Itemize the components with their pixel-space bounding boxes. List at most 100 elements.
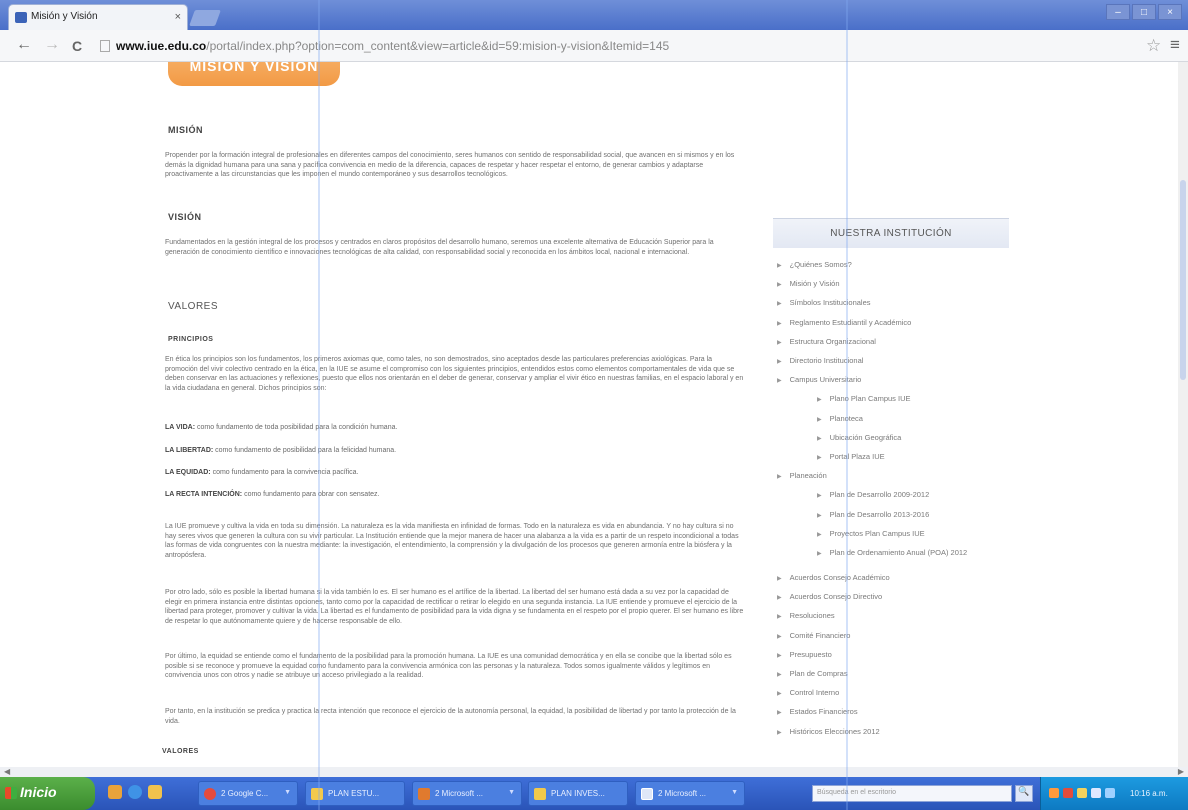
bullet-icon: ▶: [777, 263, 782, 269]
sidebar-item[interactable]: ▶ Reglamento Estudiantil y Académico: [777, 318, 911, 327]
sidebar-item-label: Proyectos Plan Campus IUE: [829, 528, 925, 538]
start-button[interactable]: Inicio: [0, 777, 95, 810]
window-controls: – □ ×: [1106, 4, 1182, 20]
sidebar-item-label: ¿Quiénes Somos?: [789, 260, 852, 269]
taskbar-button-plan-estudios[interactable]: PLAN ESTU...: [305, 781, 405, 806]
sidebar-item[interactable]: ▶ Planeación: [777, 471, 827, 480]
taskbar-button-microsoft-2[interactable]: 2 Microsoft ... ▼: [635, 781, 745, 806]
bullet-icon: ▶: [777, 301, 782, 308]
sidebar-item-label: Presupuesto: [789, 649, 832, 659]
tray-network-icon[interactable]: [1077, 788, 1087, 798]
desktop-search-input[interactable]: Búsqueda en el escritorio: [812, 785, 1012, 802]
sidebar-item[interactable]: ▶ Ubicación Geográfica: [777, 433, 901, 442]
principle-desc: como fundamento de posibilidad para la f…: [213, 447, 397, 454]
sidebar-item[interactable]: ▶ Directorio Institucional: [777, 356, 863, 365]
close-window-button[interactable]: ×: [1158, 4, 1182, 20]
sidebar-item[interactable]: ▶ Estructura Organizacional: [777, 337, 876, 346]
vertical-scrollbar[interactable]: [1178, 62, 1188, 767]
address-bar[interactable]: www.iue.edu.co/portal/index.php?option=c…: [100, 35, 1130, 57]
paragraph-vida: La IUE promueve y cultiva la vida en tod…: [165, 523, 739, 559]
sidebar-item[interactable]: ▶ Presupuesto: [777, 650, 832, 659]
sidebar-item-label: Campus Universitario: [789, 375, 862, 385]
page-content: MISIÓN Y VISIÓN MISIÓN Propender por la …: [0, 62, 1188, 767]
window-icon: [641, 788, 653, 800]
vertical-scroll-thumb[interactable]: [1180, 180, 1186, 380]
sidebar-item[interactable]: ▶ Históricos Elecciones 2012: [777, 727, 880, 736]
chrome-icon: [204, 788, 216, 800]
back-icon[interactable]: ←: [16, 36, 32, 54]
principle-libertad: LA LIBERTAD: como fundamento de posibili…: [165, 446, 396, 456]
horizontal-scrollbar[interactable]: ◀ ▶: [0, 767, 1188, 777]
search-icon[interactable]: 🔍: [1015, 785, 1033, 802]
sidebar-item[interactable]: ▶ Símbolos Institucionales: [777, 298, 871, 307]
tray-volume-icon[interactable]: [1091, 788, 1101, 798]
bullet-icon: ▶: [817, 493, 822, 500]
vision-heading: VISIÓN: [168, 212, 202, 222]
principios-heading: PRINCIPIOS: [168, 336, 214, 343]
sidebar-item-label: Planeación: [789, 471, 827, 481]
quick-launch-browser-icon[interactable]: [128, 785, 142, 799]
new-tab-button[interactable]: [189, 10, 221, 26]
paragraph-libertad: Por otro lado, sólo es posible la libert…: [165, 589, 744, 625]
tab-close-icon[interactable]: ×: [175, 11, 181, 23]
sidebar-item[interactable]: ▶ Campus Universitario: [777, 375, 861, 384]
taskbar-button-label: PLAN ESTU...: [328, 789, 380, 798]
quick-launch-folder-icon[interactable]: [108, 785, 122, 799]
office-icon: [418, 788, 430, 800]
sidebar-item[interactable]: ▶ Resoluciones: [777, 611, 835, 620]
tray-antivirus-icon[interactable]: [1063, 788, 1073, 798]
sidebar-item[interactable]: ▶ Misión y Visión: [777, 279, 840, 288]
windows-taskbar: Inicio 2 Google C... ▼ PLAN ESTU... 2 Mic…: [0, 777, 1188, 810]
sidebar-item[interactable]: ▶ Proyectos Plan Campus IUE: [777, 529, 925, 538]
tray-alert-icon[interactable]: [1049, 788, 1059, 798]
sidebar-item[interactable]: ▶ Plan de Desarrollo 2009-2012: [777, 490, 929, 499]
sidebar-item[interactable]: ▶ Plan de Ordenamiento Anual (POA) 2012: [777, 548, 970, 557]
taskbar-button-google-chrome[interactable]: 2 Google C... ▼: [198, 781, 298, 806]
sidebar-item[interactable]: ▶ Plan de Desarrollo 2013-2016: [777, 510, 929, 519]
bullet-icon: ▶: [817, 435, 822, 442]
scan-artifact-line: [318, 0, 320, 810]
sidebar-item[interactable]: ▶ Acuerdos Consejo Académico: [777, 573, 890, 582]
scroll-left-icon[interactable]: ◀: [4, 767, 10, 776]
sidebar-item[interactable]: ▶ Control Interno: [777, 688, 839, 697]
sidebar-item[interactable]: ▶ Plan de Compras: [777, 669, 848, 678]
principle-name: LA VIDA:: [165, 424, 196, 431]
principle-desc: como fundamento para la convivencia pací…: [210, 469, 359, 476]
bullet-icon: ▶: [777, 595, 782, 602]
quick-launch-app-icon[interactable]: [148, 785, 162, 799]
tray-update-icon[interactable]: [1105, 788, 1115, 798]
principle-desc: como fundamento de toda posibilidad para…: [195, 424, 398, 431]
sidebar-item[interactable]: ▶ Acuerdos Consejo Directivo: [777, 592, 882, 601]
sidebar-item[interactable]: ▶ ¿Quiénes Somos?: [777, 260, 852, 269]
taskbar-button-microsoft-1[interactable]: 2 Microsoft ... ▼: [412, 781, 522, 806]
browser-menu-icon[interactable]: ≡: [1170, 35, 1180, 55]
bullet-icon: ▶: [817, 397, 822, 404]
windows-logo-icon: [5, 787, 17, 799]
sidebar-item[interactable]: ▶ Plano Plan Campus IUE: [777, 394, 911, 403]
bookmark-star-icon[interactable]: ☆: [1146, 36, 1161, 56]
maximize-button[interactable]: □: [1132, 4, 1156, 20]
bullet-icon: ▶: [777, 320, 782, 327]
bullet-icon: ▶: [777, 710, 782, 717]
tab-mision-vision[interactable]: Misión y Visión ×: [8, 4, 188, 30]
mision-text: Propender por la formación integral de p…: [165, 152, 735, 178]
taskbar-button-plan-investigacion[interactable]: PLAN INVES...: [528, 781, 628, 806]
reload-icon[interactable]: C: [72, 38, 82, 54]
principle-name: LA LIBERTAD:: [165, 447, 214, 454]
sidebar-item[interactable]: ▶ Comité Financiero: [777, 631, 850, 640]
sidebar-item-label: Misión y Visión: [789, 279, 840, 289]
folder-icon: [534, 788, 546, 800]
sidebar-item-label: Plan de Ordenamiento Anual (POA) 2012: [829, 548, 968, 557]
bullet-icon: ▶: [817, 416, 822, 423]
forward-icon[interactable]: →: [44, 36, 60, 54]
browser-tab-strip: Misión y Visión × – □ ×: [0, 0, 1188, 30]
sidebar-item-label: Reglamento Estudiantil y Académico: [789, 317, 912, 327]
sidebar-item[interactable]: ▶ Portal Plaza IUE: [777, 452, 885, 461]
sidebar-item[interactable]: ▶ Planoteca: [777, 414, 863, 423]
sidebar-title: NUESTRA INSTITUCIÓN: [773, 218, 1009, 248]
scroll-right-icon[interactable]: ▶: [1178, 767, 1184, 776]
sidebar-item-label: Plan de Compras: [789, 669, 848, 678]
chevron-down-icon: ▼: [731, 789, 738, 796]
mision-heading: MISIÓN: [168, 125, 204, 135]
minimize-button[interactable]: –: [1106, 4, 1130, 20]
